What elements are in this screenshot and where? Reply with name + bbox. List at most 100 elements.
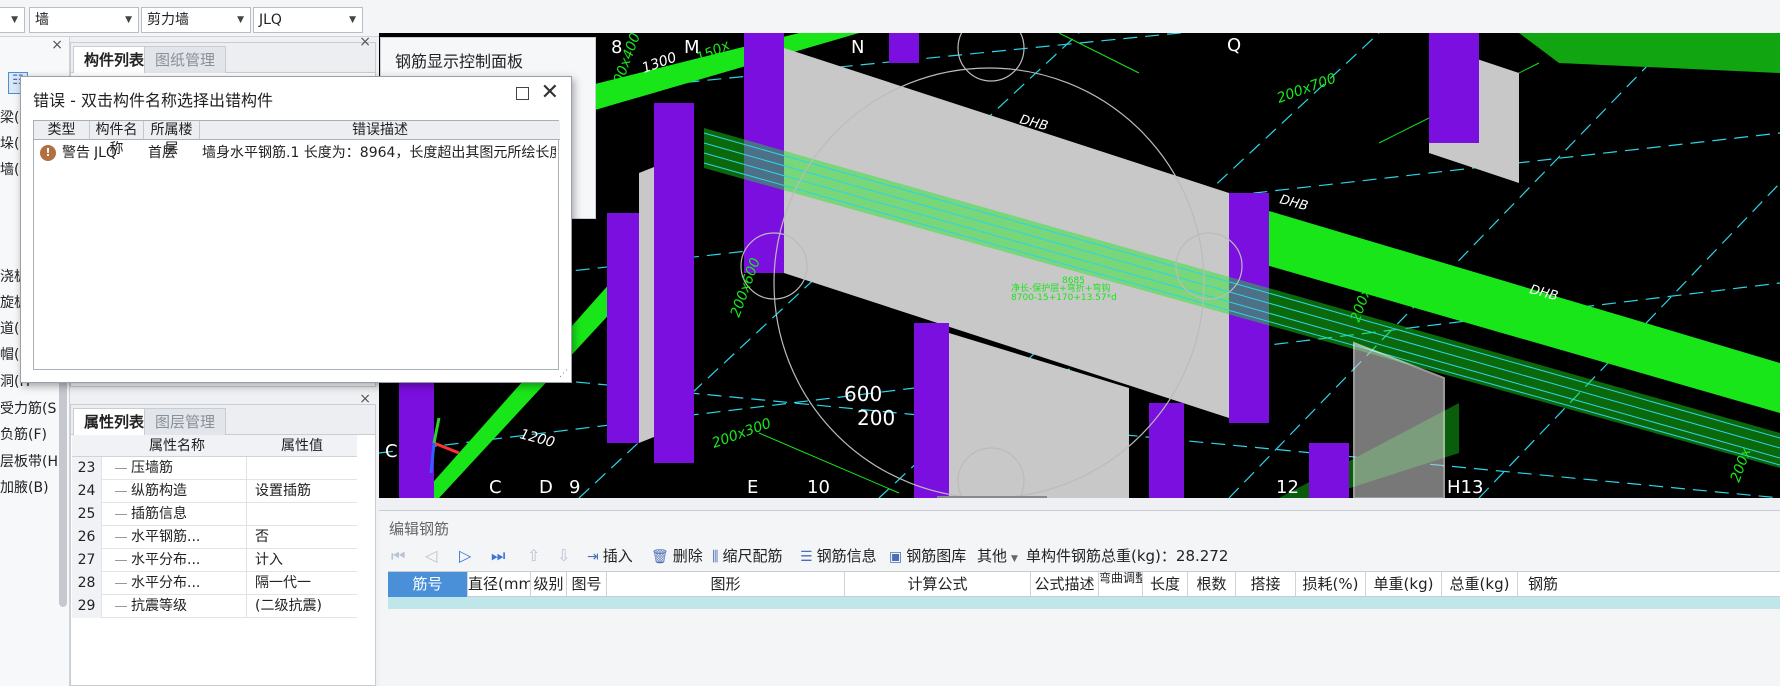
column-header[interactable]: 筋号 [388, 572, 468, 597]
prev-record-icon[interactable]: ◁ [425, 544, 437, 568]
nav-item[interactable]: 梁( [0, 107, 19, 127]
close-icon[interactable]: × [359, 391, 371, 407]
table-row[interactable]: 29 抗震等级 (二级抗震) [72, 595, 357, 618]
error-table: 类型 构件名称 所属楼层 错误描述 ! 警告 JLQ 首层 墙身水平钢筋.1 长… [33, 120, 560, 370]
column-header[interactable]: 公式描述 [1031, 572, 1099, 597]
component-select[interactable]: JLQ ▼ [253, 7, 363, 33]
nav-item[interactable]: 层板带(H [0, 451, 58, 471]
axis-label: 12 [1276, 477, 1299, 498]
property-value[interactable]: 设置插筋 [251, 480, 357, 503]
warning-icon: ! [40, 145, 56, 161]
dim-label: 200x300 [710, 416, 774, 452]
column-header[interactable]: 损耗(%) [1296, 572, 1366, 597]
tab-property-list[interactable]: 属性列表 [73, 408, 156, 435]
property-value[interactable]: 否 [251, 526, 357, 549]
insert-button[interactable]: ⇥ 插入 [587, 544, 633, 568]
viewport-scroll-thumb [937, 496, 1047, 498]
info-label: 钢筋信息 [816, 547, 877, 565]
move-down-icon[interactable]: ⇩ [557, 544, 570, 568]
column-header[interactable]: 总重(kg) [1442, 572, 1518, 597]
tab-layer-management[interactable]: 图层管理 [144, 408, 227, 435]
column-header[interactable]: 弯曲调整 [1099, 572, 1143, 597]
edit-rebar-panel: 编辑钢筋 ⏮ ◁ ▷ ⏭ ⇧ ⇩ ⇥ 插入 🗑 删除 ⫼ 缩尺配筋 ☰ 钢筋信息 ▣ 钢筋… [379, 510, 1780, 686]
type-select[interactable]: 剪力墙 ▼ [141, 7, 251, 33]
floor-select[interactable]: ▼ [0, 7, 25, 33]
chevron-down-icon: ▼ [125, 15, 132, 25]
beam-label: DHB [1278, 192, 1310, 214]
axis-label: 8 [611, 37, 622, 58]
purple-column [1429, 33, 1479, 143]
nav-item[interactable]: 加腋(B) [0, 477, 49, 497]
axis-label: 10 [807, 477, 830, 498]
axis-label: C [489, 477, 502, 498]
nav-item[interactable]: 帽( [0, 344, 19, 364]
column-header[interactable]: 单重(kg) [1366, 572, 1442, 597]
nav-item[interactable]: 负筋(F) [0, 424, 47, 444]
column-header[interactable]: 图形 [607, 572, 845, 597]
column-header[interactable]: 根数 [1188, 572, 1236, 597]
row-number: 26 [72, 526, 102, 549]
error-description[interactable]: 墙身水平钢筋.1 长度为：8964，长度超出其图元所绘长度... [202, 142, 556, 164]
category-select[interactable]: 墙 ▼ [29, 7, 139, 33]
move-up-icon[interactable]: ⇧ [527, 544, 540, 568]
property-name: 水平分布... [107, 549, 247, 572]
first-record-icon[interactable]: ⏮ [391, 544, 405, 568]
nav-item[interactable]: 受力筋(S [0, 398, 56, 418]
property-value[interactable]: (二级抗震) [251, 595, 357, 618]
delete-button[interactable]: 🗑 删除 [651, 544, 703, 568]
column-header[interactable]: 类型 [34, 121, 90, 140]
top-toolbar: ▼ 墙 ▼ 剪力墙 ▼ JLQ ▼ [0, 0, 1780, 37]
rebar-library-button[interactable]: ▣ 钢筋图库 [889, 544, 966, 568]
resize-grip-icon[interactable]: ⋰ [559, 369, 568, 379]
column-header[interactable]: 构件名称 [90, 121, 144, 157]
error-type[interactable]: 警告 [62, 142, 90, 164]
next-record-icon[interactable]: ▷ [459, 544, 471, 568]
tab-drawing-management[interactable]: 图纸管理 [144, 46, 227, 73]
purple-column [607, 213, 639, 443]
column-header[interactable]: 图号 [567, 572, 607, 597]
purple-column [1309, 443, 1349, 498]
green-beam [1519, 33, 1780, 73]
column-header[interactable]: 级别 [531, 572, 567, 597]
column-header[interactable]: 长度 [1143, 572, 1188, 597]
rebar-table-header: 筋号 直径(mm) 级别 图号 图形 计算公式 公式描述 弯曲调整 长度 根数 … [388, 571, 1780, 597]
axis-label: Q [1227, 35, 1241, 56]
table-row[interactable]: 23 压墙筋 [72, 457, 357, 480]
column-header[interactable]: 直径(mm) [468, 572, 531, 597]
property-table-header: 属性名称 属性值 [72, 435, 357, 457]
nav-item[interactable]: 墙( [0, 159, 19, 179]
column-header[interactable]: 钢筋 [1518, 572, 1568, 597]
rebar-info-button[interactable]: ☰ 钢筋信息 [800, 544, 877, 568]
close-icon[interactable]: × [51, 37, 63, 53]
column-header[interactable]: 搭接 [1236, 572, 1296, 597]
other-dropdown[interactable]: 其他 ▼ [977, 544, 1018, 568]
app-window: ▼ 墙 ▼ 剪力墙 ▼ JLQ ▼ × ☷ 梁( 垛( 墙( 浇板 旋板 道( … [0, 0, 1780, 686]
column-header[interactable]: 所属楼层 [144, 121, 200, 157]
nav-item[interactable]: 垛( [0, 133, 19, 153]
property-value[interactable]: 隔一代一 [251, 572, 357, 595]
trash-icon: 🗑 [651, 549, 669, 565]
table-row[interactable]: 26 水平钢筋... 否 [72, 526, 357, 549]
column-header[interactable]: 错误描述 [200, 121, 560, 140]
column-header[interactable]: 计算公式 [845, 572, 1031, 597]
tab-component-list[interactable]: 构件列表 [73, 46, 156, 73]
table-row[interactable]: 27 水平分布... 计入 [72, 549, 357, 572]
dim-label: 200x700 [1275, 71, 1339, 107]
property-name: 纵筋构造 [107, 480, 247, 503]
table-row[interactable]: 28 水平分布... 隔一代一 [72, 572, 357, 595]
last-record-icon[interactable]: ⏭ [491, 544, 505, 568]
close-icon[interactable]: ✕ [541, 81, 559, 105]
error-component[interactable]: JLQ [94, 142, 142, 164]
property-value[interactable]: 计入 [251, 549, 357, 572]
table-row[interactable] [388, 597, 1780, 609]
scale-rebar-button[interactable]: ⫼ 缩尺配筋 [712, 544, 782, 568]
error-dialog: 错误 - 双击构件名称选择出错构件 ✕ 类型 构件名称 所属楼层 错误描述 ! … [20, 76, 572, 383]
error-floor[interactable]: 首层 [148, 142, 198, 164]
close-icon[interactable]: × [359, 34, 371, 50]
purple-column [1149, 403, 1184, 498]
table-row[interactable]: 24 纵筋构造 设置插筋 [72, 480, 357, 503]
table-row[interactable]: 25 插筋信息 [72, 503, 357, 526]
row-number: 28 [72, 572, 102, 595]
maximize-icon[interactable] [516, 87, 529, 100]
nav-item[interactable]: 道( [0, 318, 19, 338]
